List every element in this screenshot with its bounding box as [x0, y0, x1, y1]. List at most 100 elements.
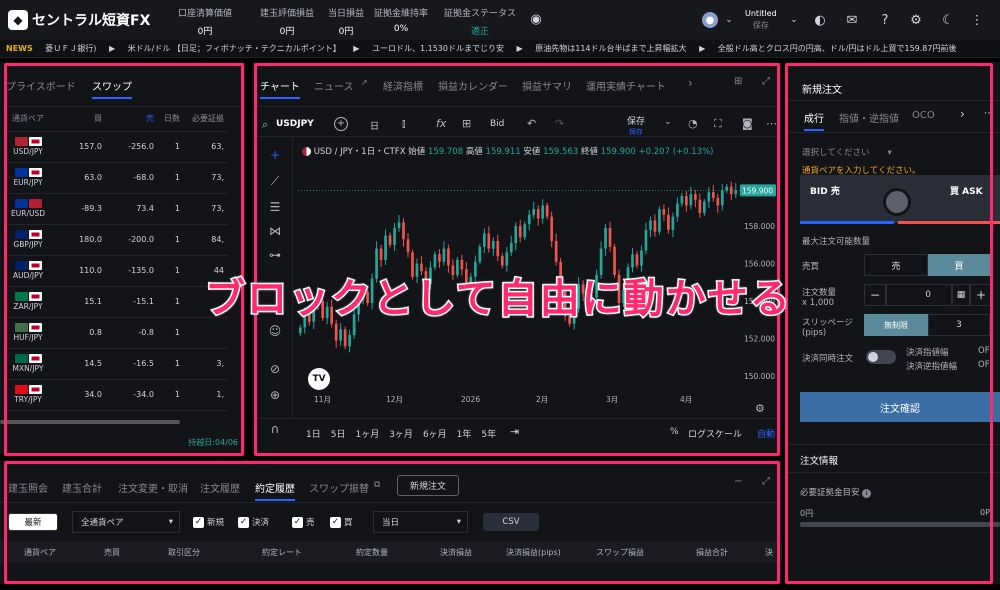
market-icon[interactable]: ◐ — [811, 11, 829, 29]
templates-icon[interactable]: ⊞ — [462, 117, 471, 130]
price-type-button[interactable]: Bid — [490, 119, 504, 129]
indicators-icon[interactable]: fx — [436, 117, 446, 130]
mail-icon[interactable]: ✉ — [843, 11, 861, 29]
news-ticker[interactable]: NEWS 菱ＵＦＪ銀行) ▶ 米ドル/ドル 【日足；フィボナッチ・テクニカルポイ… — [0, 40, 1000, 58]
help-icon[interactable]: ? — [876, 11, 894, 29]
history-column-header[interactable]: 決 — [765, 547, 773, 558]
tab-economic-indicators[interactable]: 経済指標 — [383, 78, 423, 93]
confirm-order-button[interactable]: 注文確認 — [800, 392, 1000, 422]
new-order-button[interactable]: 新規注文 — [397, 475, 459, 496]
range-button-1[interactable]: 5日 — [331, 427, 346, 440]
range-button-3[interactable]: 3ヶ月 — [389, 427, 413, 440]
zoom-in-icon[interactable]: ⊕ — [264, 388, 286, 402]
quick-search-icon[interactable]: ◔ — [688, 117, 698, 130]
camera-icon[interactable]: ◙ — [742, 117, 753, 130]
csv-button[interactable]: CSV — [483, 513, 539, 531]
projection-icon[interactable]: ⊶ — [264, 248, 286, 262]
tab-order-history[interactable]: 注文履歴 — [200, 480, 240, 495]
filter-sell-checkbox[interactable]: ✓ 売 — [292, 516, 315, 528]
minimize-icon[interactable]: − — [734, 476, 742, 487]
save-button[interactable]: 保存 保存 — [627, 114, 645, 137]
tab-price-board[interactable]: プライスボード — [6, 78, 76, 93]
ticker-item[interactable]: ユーロドル、1.1530ドルまでじり安 — [372, 44, 504, 53]
tab-position-totals[interactable]: 建玉合計 — [62, 480, 102, 495]
date-filter-select[interactable]: 当日 ▾ — [373, 511, 468, 533]
ticker-item[interactable]: 原油先物は114ドル台半ばまで上昇幅拡大 — [535, 44, 686, 53]
tab-execution-history[interactable]: 約定履歴 — [255, 480, 295, 501]
layout-grid-icon[interactable]: ⊞ — [734, 76, 742, 87]
table-row[interactable]: HUF/JPY 0.8 -0.8 1 — [4, 317, 228, 349]
app-logo[interactable]: ◆ セントラル短資FX — [8, 10, 150, 30]
range-button-4[interactable]: 6ヶ月 — [423, 427, 447, 440]
history-column-header[interactable]: 取引区分 — [168, 547, 200, 558]
undo-icon[interactable]: ↶ — [527, 117, 536, 130]
unlimited-toggle[interactable]: 無制限 — [864, 314, 928, 336]
chart-settings-icon[interactable]: ⚙ — [755, 402, 765, 415]
pattern-icon[interactable]: ⋈ — [264, 224, 286, 238]
qty-plus-button[interactable]: + — [970, 284, 992, 306]
tab-oco[interactable]: OCO — [912, 110, 935, 121]
search-icon[interactable]: ⌕ — [262, 118, 268, 132]
horizontal-scrollbar[interactable] — [0, 420, 180, 424]
tab-order-modify[interactable]: 注文変更・取消 — [118, 480, 188, 495]
history-column-header[interactable]: 決済損益 — [440, 547, 472, 558]
table-row[interactable]: AUD/JPY 110.0 -135.0 1 44 — [4, 255, 228, 287]
range-button-0[interactable]: 1日 — [306, 427, 321, 440]
chevron-down-icon[interactable]: ⌄ — [720, 11, 738, 29]
popout-icon[interactable]: ⧉ — [374, 480, 380, 490]
log-scale-toggle[interactable]: ログスケール — [688, 427, 742, 440]
tab-pl-summary[interactable]: 損益サマリ — [522, 78, 572, 93]
order-more-icon[interactable]: ⋯ — [984, 108, 994, 119]
expand-icon[interactable]: ⤢ — [762, 76, 770, 87]
history-column-header[interactable]: 約定レート — [262, 547, 302, 558]
tab-pl-calendar[interactable]: 損益カレンダー — [438, 78, 508, 93]
candles-icon[interactable]: ⫾ — [402, 117, 406, 131]
table-row[interactable]: TRY/JPY 34.0 -34.0 1 1, — [4, 379, 228, 411]
interval-button[interactable]: 日 — [370, 119, 379, 132]
pair-filter-select[interactable]: 全通貨ペア ▾ — [72, 511, 180, 533]
range-button-5[interactable]: 1年 — [457, 427, 472, 440]
tab-positions[interactable]: 建玉照会 — [8, 480, 48, 495]
table-row[interactable]: EUR/JPY 63.0 -68.0 1 73, — [4, 162, 228, 194]
bid-sell-button[interactable]: BID 売 — [810, 184, 840, 197]
ruler-icon[interactable]: ⊘ — [264, 362, 286, 376]
pair-select[interactable]: 選択してください ▾ — [802, 146, 892, 158]
sell-toggle[interactable]: 売 — [864, 254, 928, 276]
tab-swap[interactable]: スワップ — [92, 78, 132, 99]
qty-input[interactable]: 0 — [886, 284, 952, 306]
buy-toggle[interactable]: 買 — [928, 254, 990, 276]
ticker-item[interactable]: 全般ドル高とクロス円の円高、ドル/円はドル上買で159.87円前後 — [718, 44, 957, 53]
tab-performance-chart[interactable]: 運用実績チャート — [586, 78, 666, 93]
history-column-header[interactable]: 通貨ペア — [24, 547, 56, 558]
table-row[interactable]: GBP/JPY 180.0 -200.0 1 84, — [4, 224, 228, 256]
range-button-6[interactable]: 5年 — [481, 427, 496, 440]
eye-icon[interactable]: ◉ — [527, 10, 545, 28]
tab-limit-stop[interactable]: 指値・逆指値 — [839, 110, 899, 125]
settle-toggle[interactable] — [866, 350, 896, 364]
ticker-item[interactable]: 米ドル/ドル 【日足；フィボナッチ・テクニカルポイント】 — [128, 44, 341, 53]
redo-icon[interactable]: ↷ — [555, 117, 564, 130]
save-chevron-icon[interactable]: ⌄ — [664, 117, 672, 127]
symbol-search[interactable]: USDJPY — [276, 119, 314, 129]
workspace-chevron-icon[interactable]: ⌄ — [785, 11, 803, 29]
slippage-input[interactable]: 3 — [928, 314, 990, 336]
history-column-header[interactable]: スワップ損益 — [596, 547, 644, 558]
dark-mode-icon[interactable]: ☾ — [939, 11, 957, 29]
compare-add-icon[interactable]: + — [334, 117, 348, 131]
magnet-icon[interactable]: ∩ — [264, 422, 286, 436]
chart-more-icon[interactable]: ⋯ — [766, 117, 777, 130]
table-row[interactable]: EUR/USD -89.3 73.4 1 73, — [4, 193, 228, 225]
history-column-header[interactable]: 売買 — [104, 547, 120, 558]
history-column-header[interactable]: 決済損益(pips) — [506, 547, 561, 558]
history-column-header[interactable]: 約定数量 — [356, 547, 388, 558]
info-icon[interactable]: i — [862, 489, 872, 498]
table-row[interactable]: USD/JPY 157.0 -256.0 1 63, — [4, 131, 228, 163]
tabs-chevron-right-icon[interactable]: › — [960, 107, 965, 121]
percent-toggle[interactable]: % — [670, 427, 679, 437]
range-button-2[interactable]: 1ヶ月 — [355, 427, 379, 440]
gear-icon[interactable]: ⚙ — [907, 11, 925, 29]
fib-icon[interactable]: ☰ — [264, 200, 286, 214]
tradingview-logo-icon[interactable]: TV — [308, 368, 330, 390]
fullscreen-icon[interactable]: ⛶ — [714, 117, 722, 131]
latest-button[interactable]: 最新 — [8, 513, 58, 531]
